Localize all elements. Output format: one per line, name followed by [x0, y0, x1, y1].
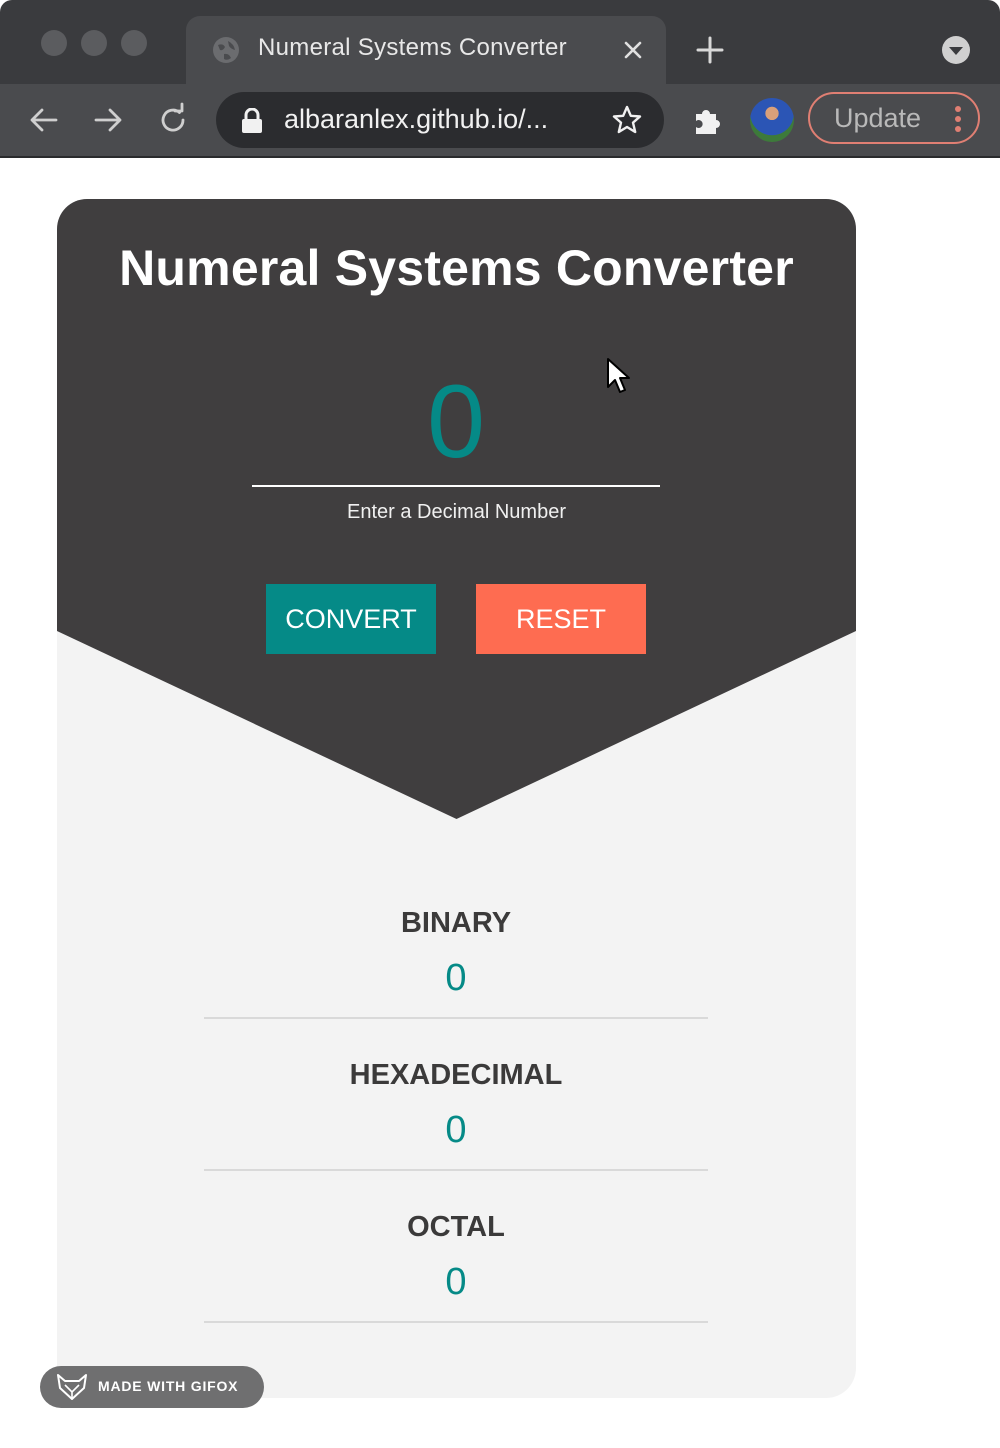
- watermark-text: MADE WITH GIFOX: [98, 1378, 239, 1394]
- octal-label: OCTAL: [407, 1211, 505, 1243]
- octal-result: OCTAL 0: [204, 1191, 708, 1323]
- globe-icon: [213, 37, 239, 63]
- plus-icon[interactable]: [694, 34, 726, 66]
- octal-value: 0: [445, 1261, 467, 1303]
- hexadecimal-value: 0: [445, 1109, 467, 1151]
- chevron-down-icon[interactable]: [940, 34, 972, 66]
- convert-button[interactable]: CONVERT: [266, 584, 436, 654]
- browser-titlebar: Numeral Systems Converter: [0, 0, 1000, 84]
- extensions-puzzle-icon[interactable]: [690, 102, 726, 138]
- binary-label: BINARY: [400, 907, 512, 939]
- mouse-pointer-icon: [607, 358, 630, 393]
- url-text: albaranlex.github.io/...: [284, 104, 549, 134]
- converter-card: Numeral Systems Converter Enter a Decima…: [57, 199, 856, 1398]
- update-label: Update: [834, 103, 922, 133]
- address-bar[interactable]: albaranlex.github.io/...: [216, 92, 664, 148]
- page-title: Numeral Systems Converter: [119, 240, 794, 296]
- back-arrow-icon[interactable]: [26, 102, 62, 138]
- tab-title: Numeral Systems Converter: [258, 34, 567, 61]
- binary-result: BINARY 0: [204, 887, 708, 1019]
- decimal-input[interactable]: [252, 359, 660, 487]
- star-icon[interactable]: [611, 104, 643, 136]
- decimal-input-label: Enter a Decimal Number: [347, 501, 566, 523]
- fox-logo-icon: [57, 1374, 87, 1400]
- update-button[interactable]: Update: [808, 92, 980, 144]
- gifox-watermark: MADE WITH GIFOX: [40, 1366, 264, 1408]
- browser-toolbar: albaranlex.github.io/... Update: [0, 84, 1000, 158]
- close-icon[interactable]: [620, 37, 646, 63]
- forward-arrow-icon[interactable]: [90, 102, 126, 138]
- hexadecimal-result: HEXADECIMAL 0: [204, 1039, 708, 1171]
- profile-avatar[interactable]: [750, 98, 794, 142]
- window-close-dot[interactable]: [41, 30, 67, 56]
- window-zoom-dot[interactable]: [121, 30, 147, 56]
- lock-icon: [242, 108, 262, 133]
- browser-tab[interactable]: Numeral Systems Converter: [186, 16, 666, 84]
- reset-button[interactable]: RESET: [476, 584, 646, 654]
- kebab-menu-icon: [955, 106, 961, 132]
- hexadecimal-label: HEXADECIMAL: [349, 1059, 563, 1091]
- window-minimize-dot[interactable]: [81, 30, 107, 56]
- reload-icon[interactable]: [155, 102, 191, 138]
- binary-value: 0: [445, 957, 467, 999]
